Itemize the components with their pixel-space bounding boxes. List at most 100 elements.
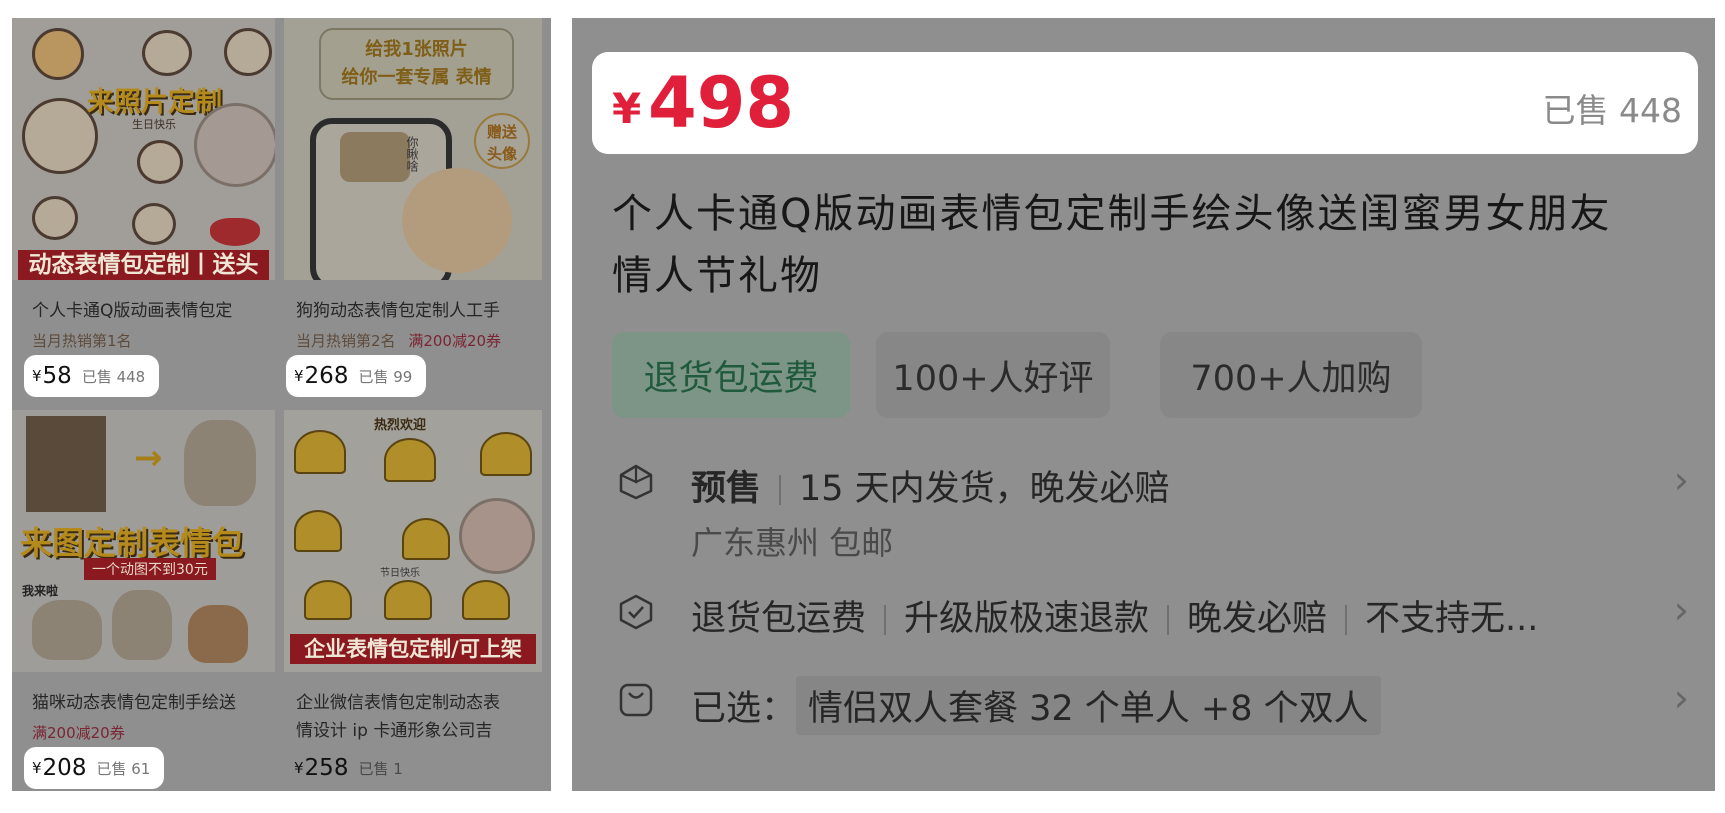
product-title[interactable]: 企业微信表情包定制动态表 [296,688,500,713]
cartoon-face-icon [137,140,183,184]
chevron-right-icon[interactable]: › [1674,588,1689,632]
product-card[interactable]: → 来图定制表情包 一个动图不到30元 我来啦 猫咪动态表情包定制手绘送 满20… [12,410,275,790]
sold-count: 已售 448 [81,367,146,386]
guarantee-item: 晚发必赔 [1187,599,1328,639]
selected-variant[interactable]: 情侣双人套餐 32 个单人 +8 个双人 [796,676,1381,735]
thumb-caption: 生日快乐 [132,118,176,131]
noodle-cat-icon [188,605,248,663]
product-thumbnail[interactable]: 来照片定制 生日快乐 动态表情包定制丨送头像 [12,18,275,280]
currency-symbol: ¥ [612,84,642,133]
shipping-row[interactable]: 预售 15 天内发货，晚发必赔 [691,460,1170,511]
product-title[interactable]: 猫咪动态表情包定制手绘送 [32,688,236,713]
selected-label: 已选： [691,689,797,729]
package-icon [619,464,653,500]
guarantee-item: 退货包运费 [691,599,867,639]
helmet-character-icon [462,580,510,620]
helmet-character-icon [384,580,432,620]
bag-icon [619,683,653,717]
currency-symbol: ¥ [294,367,304,385]
avatar [194,103,275,187]
product-detail: ¥ 498 已售 448 个人卡通Q版动画表情包定制手绘头像送闺蜜男女朋友情人节… [572,18,1715,791]
product-card[interactable]: 热烈欢迎 节日快乐 企业表情包定制/可上架 企业微信表情包定制动态表 情设计 i… [284,410,547,790]
helmet-character-icon [402,518,450,560]
box-cat-icon [32,600,102,660]
helmet-character-icon [304,580,352,620]
separator [779,475,782,505]
product-card[interactable]: 来照片定制 生日快乐 动态表情包定制丨送头像 个人卡通Q版动画表情包定 当月热销… [12,18,275,398]
cartoon-face-icon [132,203,176,245]
thumb-caption: 我来啦 [22,584,59,598]
sold-count: 已售 99 [358,367,413,386]
product-price: 58 [42,363,72,389]
product-title[interactable]: 个人卡通Q版动画表情包定 [32,296,232,321]
poodle-icon [402,168,512,273]
tag-good-reviews[interactable]: 100+人好评 [876,332,1110,418]
tag-added-to-cart[interactable]: 700+人加购 [1160,332,1422,418]
coupon-promo[interactable]: 满200减20券 [32,722,125,743]
shipping-text: 15 天内发货，晚发必赔 [799,469,1170,509]
product-thumbnail[interactable]: 热烈欢迎 节日快乐 企业表情包定制/可上架 [284,410,542,672]
thumb-banner: 企业表情包定制/可上架 [290,634,536,664]
price-card: ¥ 498 已售 448 [592,52,1698,154]
sold-count: 已售 61 [96,759,151,778]
currency-symbol: ¥ [32,367,42,385]
separator [1345,605,1348,635]
shipping-origin: 广东惠州 包邮 [691,524,894,562]
thumb-headline: 热烈欢迎 [374,418,427,433]
thumb-caption: 节日快乐 [380,568,420,579]
thumb-headline-text: 给我1张照片 给你一套专属 表情 [341,39,492,88]
cat-photo [26,416,106,512]
guarantee-row[interactable]: 退货包运费 升级版极速退款 晚发必赔 不支持无... [691,590,1538,641]
product-rank-row: 当月热销第2名 满200减20券 [296,330,501,351]
coupon-promo[interactable]: 满200减20券 [408,332,501,350]
chevron-right-icon[interactable]: › [1674,676,1689,720]
product-price: 208 [42,755,87,781]
product-card[interactable]: 给我1张照片 给你一套专属 表情 你瞅啥 赠送 头像 狗狗动态表情包定制人工手 … [284,18,547,398]
product-title[interactable]: 狗狗动态表情包定制人工手 [296,296,500,321]
separator [1167,605,1170,635]
product-price: 258 [304,755,349,781]
helmet-character-icon [384,438,436,482]
price-pill: ¥ 208 已售 61 [24,747,165,789]
product-rank: 当月热销第1名 [32,332,132,350]
cartoon-face-icon [224,28,272,76]
product-price: 268 [304,363,349,389]
guarantee-item: 不支持无... [1365,599,1539,639]
currency-symbol: ¥ [294,759,304,777]
presale-label: 预售 [691,469,762,509]
thumb-banner: 动态表情包定制丨送头像 [18,250,269,280]
thumb-headline: 来照片定制 [87,87,222,118]
helmet-character-icon [294,510,342,552]
product-thumbnail[interactable]: 给我1张照片 给你一套专属 表情 你瞅啥 赠送 头像 [284,18,542,280]
tag-free-return-shipping[interactable]: 退货包运费 [612,332,850,418]
phone-caption: 你瞅啥 [405,136,419,172]
detail-price: 498 [648,62,795,144]
cartoon-face-icon [32,28,84,80]
shield-check-icon [619,594,653,630]
product-rank: 当月热销第2名 [296,332,396,350]
separator [884,605,887,635]
arrow-right-icon: → [134,438,163,478]
currency-symbol: ¥ [32,759,42,777]
chevron-right-icon[interactable]: › [1674,458,1689,502]
price-pill: ¥ 58 已售 448 [24,355,160,397]
helmet-character-icon [294,430,346,474]
product-title: 个人卡通Q版动画表情包定制手绘头像送闺蜜男女朋友情人节礼物 [612,191,1612,299]
sold-count: 已售 1 [358,759,403,778]
product-thumbnail[interactable]: → 来图定制表情包 一个动图不到30元 我来啦 [12,410,275,672]
thumb-subbanner: 一个动图不到30元 [84,558,216,580]
product-grid: 来照片定制 生日快乐 动态表情包定制丨送头像 个人卡通Q版动画表情包定 当月热销… [12,18,551,791]
price-pill: ¥ 258 已售 1 [286,747,417,789]
cartoon-face-icon [142,30,192,76]
product-title-line2[interactable]: 情设计 ip 卡通形象公司吉 [296,716,492,741]
gift-badge-text: 赠送 头像 [486,123,517,163]
cartoon-cat-icon [184,420,256,506]
gift-badge: 赠送 头像 [474,113,530,169]
avatar [459,498,535,574]
helmet-character-icon [480,432,532,476]
heart-icon [210,218,260,246]
guarantee-item: 升级版极速退款 [904,599,1150,639]
cartoon-cat-icon [112,590,172,660]
cartoon-face-icon [32,196,78,240]
selected-row[interactable]: 已选： 情侣双人套餐 32 个单人 +8 个双人 [691,676,1381,735]
